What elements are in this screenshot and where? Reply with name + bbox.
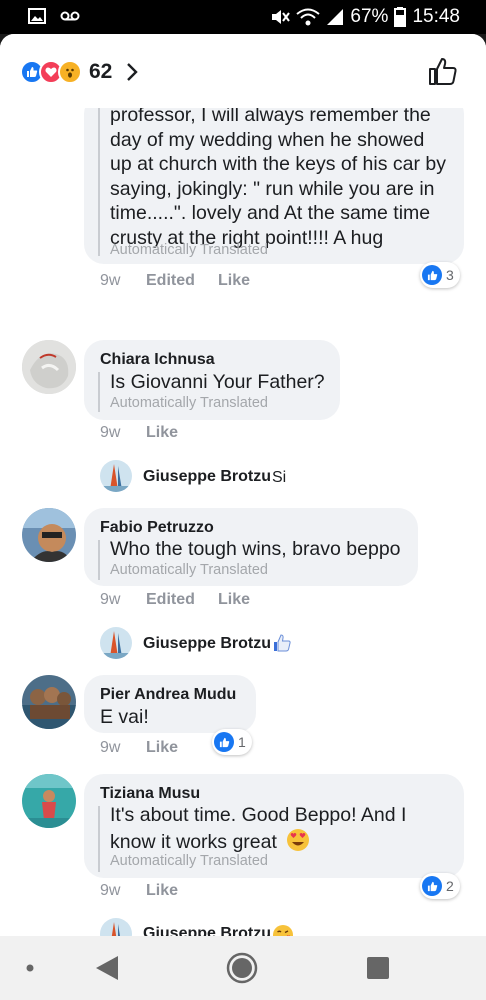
- like-link[interactable]: Like: [146, 424, 178, 442]
- reactions-summary[interactable]: 62: [20, 60, 139, 84]
- comment-text: It's about time. Good Beppo! And I: [110, 804, 407, 826]
- reply-avatar[interactable]: [100, 627, 132, 659]
- chevron-right-icon: [127, 63, 139, 81]
- back-button[interactable]: [94, 954, 120, 982]
- comment-text: time.....". lovely and At the same time: [110, 202, 431, 224]
- reactions-header: 62: [0, 34, 486, 108]
- quote-bar: [98, 540, 100, 580]
- commenter-name[interactable]: Fabio Petruzzo: [100, 519, 214, 537]
- commenter-name[interactable]: Pier Andrea Mudu: [100, 686, 236, 704]
- commenter-name[interactable]: Tiziana Musu: [100, 785, 200, 803]
- like-icon: [214, 732, 234, 752]
- thumbs-up-emoji-icon: [274, 634, 291, 652]
- comment-time: 9w: [100, 739, 121, 756]
- comment-time: 9w: [100, 424, 121, 441]
- heart-eyes-emoji-icon: [287, 829, 310, 851]
- reaction-count: 62: [89, 60, 113, 83]
- like-icon: [422, 265, 442, 285]
- signal-icon: [327, 9, 344, 25]
- edited-label[interactable]: Edited: [146, 272, 195, 290]
- comment-time: 9w: [100, 272, 121, 289]
- comment-text: day of my wedding when he showed: [110, 129, 425, 151]
- mute-icon: [272, 10, 291, 24]
- like-count: 3: [446, 267, 454, 283]
- translated-note: Automatically Translated: [110, 562, 268, 578]
- edited-label[interactable]: Edited: [146, 591, 195, 609]
- avatar[interactable]: [22, 340, 76, 394]
- like-link[interactable]: Like: [218, 272, 250, 290]
- like-link[interactable]: Like: [218, 591, 250, 609]
- commenter-name[interactable]: Chiara Ichnusa: [100, 351, 215, 369]
- translated-note: Automatically Translated: [110, 853, 268, 869]
- comment-time: 9w: [100, 882, 121, 899]
- reply-name[interactable]: Giuseppe Brotzu: [143, 635, 271, 653]
- like-count: 2: [446, 878, 454, 894]
- voicemail-icon: [60, 11, 80, 21]
- battery-icon: [394, 7, 407, 27]
- like-link[interactable]: Like: [146, 882, 178, 900]
- status-bar: 67% 15:48: [0, 0, 486, 34]
- recent-apps-button[interactable]: [366, 956, 390, 980]
- kiss-face-emoji-icon: [273, 925, 293, 936]
- home-button[interactable]: [226, 952, 258, 984]
- clock: 15:48: [412, 6, 460, 27]
- reply-avatar[interactable]: [100, 918, 132, 936]
- like-count: 1: [238, 734, 246, 750]
- comment-text: E vai!: [100, 706, 149, 728]
- comment-text: up at church with the keys of his car by: [110, 153, 446, 175]
- translated-note: Automatically Translated: [110, 395, 268, 411]
- quote-bar: [98, 108, 100, 256]
- wow-reaction-icon: [58, 60, 82, 84]
- gallery-icon: [28, 8, 46, 24]
- comments-list: professor, I will always remember the da…: [0, 94, 486, 936]
- reply-name[interactable]: Giuseppe Brotzu: [143, 925, 271, 936]
- avatar[interactable]: [22, 774, 76, 828]
- comment-text: saying, jokingly: " run while you are in: [110, 178, 435, 200]
- comments-sheet: 62 professor, I will always remember the…: [0, 34, 486, 936]
- comment-like-badge[interactable]: 1: [212, 729, 252, 755]
- comment-like-badge[interactable]: 2: [420, 873, 460, 899]
- quote-bar: [98, 806, 100, 872]
- reply-name[interactable]: Giuseppe Brotzu: [143, 468, 271, 486]
- avatar[interactable]: [22, 675, 76, 729]
- comment-time: 9w: [100, 591, 121, 608]
- translated-note: Automatically Translated: [110, 242, 268, 258]
- reply-text: Si: [272, 469, 287, 486]
- battery-percent: 67%: [350, 6, 389, 27]
- quote-bar: [98, 372, 100, 412]
- like-icon: [422, 876, 442, 896]
- reply-avatar[interactable]: [100, 460, 132, 492]
- avatar[interactable]: [22, 508, 76, 562]
- comment-text: Who the tough wins, bravo beppo: [110, 538, 401, 560]
- comment-text: Is Giovanni Your Father?: [110, 371, 325, 393]
- dot-icon: [26, 964, 34, 972]
- like-link[interactable]: Like: [146, 739, 178, 757]
- like-outline-icon[interactable]: [428, 56, 458, 86]
- system-nav-bar: [0, 936, 486, 1000]
- comment-like-badge[interactable]: 3: [420, 262, 460, 288]
- comment-text: know it works great: [110, 828, 310, 855]
- wifi-icon: [296, 8, 321, 26]
